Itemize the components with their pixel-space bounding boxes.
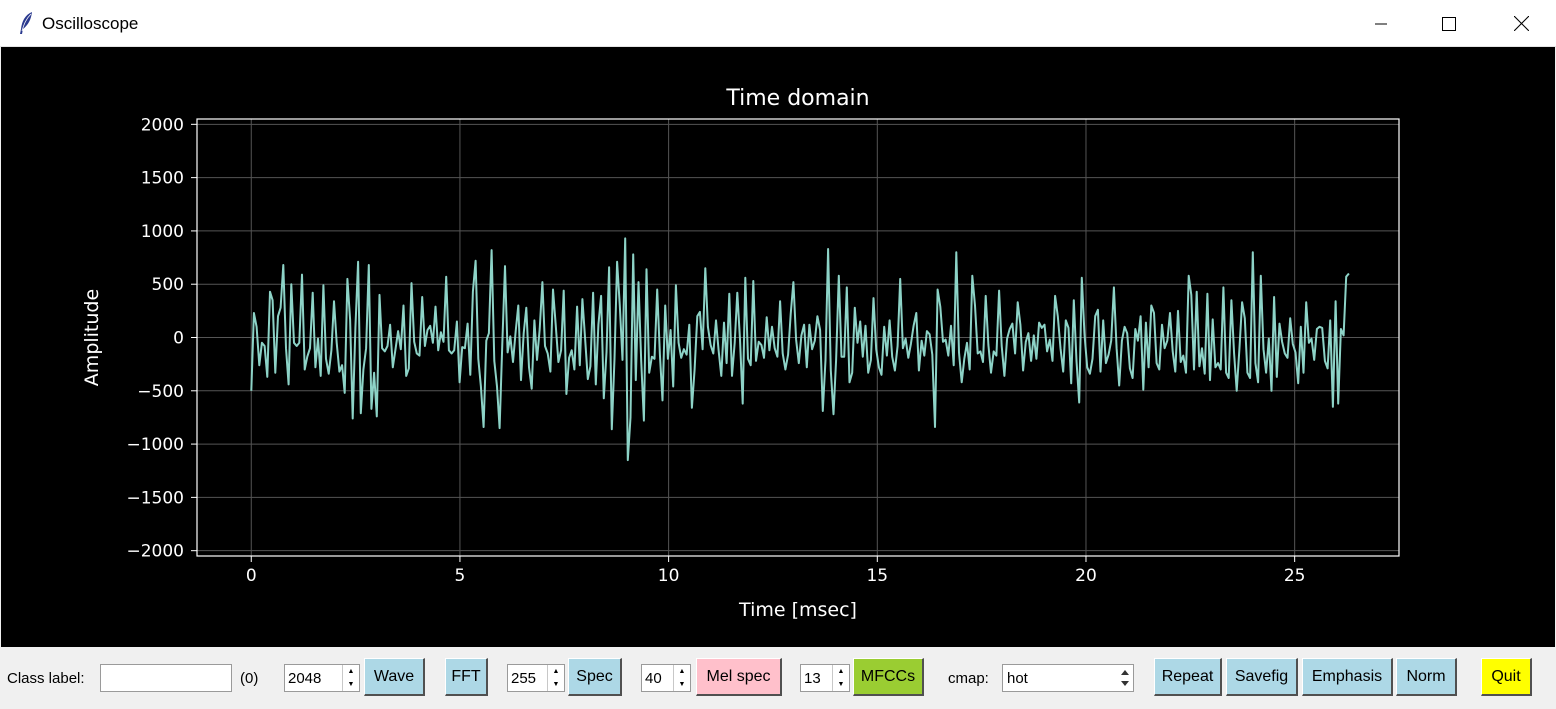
x-tick-label: 25: [1284, 566, 1306, 586]
combo-arrows-icon: [1121, 670, 1129, 686]
wave-size-spinbox[interactable]: 2048 ▲ ▼: [284, 664, 360, 692]
spec-size-spinbox[interactable]: 255 ▲ ▼: [507, 664, 565, 692]
time-domain-chart: 0 5 10 15 20 25 2000 1500 1000 500 0 −500 −1000 −1500…: [81, 86, 1400, 621]
class-count: (0): [240, 670, 259, 687]
class-label-text: Class label:: [7, 670, 85, 687]
mel-spec-button[interactable]: Mel spec: [696, 658, 782, 696]
mel-size-value: 40: [645, 670, 662, 687]
mfccs-button[interactable]: MFCCs: [853, 658, 924, 696]
window-title: Oscilloscope: [42, 14, 139, 33]
spin-down-icon[interactable]: ▼: [343, 678, 359, 691]
spec-button[interactable]: Spec: [568, 658, 622, 696]
x-tick-label: 20: [1075, 566, 1097, 586]
spin-up-icon[interactable]: ▲: [833, 665, 849, 678]
x-tick-label: 15: [866, 566, 888, 586]
fft-button[interactable]: FFT: [445, 658, 488, 696]
emphasis-button[interactable]: Emphasis: [1302, 658, 1393, 696]
y-tick-label: 500: [152, 275, 184, 295]
x-tick-label: 0: [246, 566, 257, 586]
mel-size-spinbox[interactable]: 40 ▲ ▼: [641, 664, 691, 692]
spin-up-icon[interactable]: ▲: [343, 665, 359, 678]
x-axis-label: Time [msec]: [738, 599, 857, 621]
feather-icon: [16, 11, 38, 35]
cmap-label: cmap:: [948, 670, 989, 687]
y-tick-label: 1500: [141, 169, 184, 189]
y-tick-label: −2000: [126, 542, 184, 562]
maximize-button[interactable]: [1426, 0, 1472, 47]
y-axis-label: Amplitude: [81, 289, 103, 386]
y-tick-label: 1000: [141, 222, 184, 242]
wave-size-value: 2048: [288, 670, 322, 687]
close-button[interactable]: [1498, 0, 1544, 47]
title-bar: Oscilloscope: [0, 0, 1556, 47]
quit-button[interactable]: Quit: [1481, 658, 1532, 696]
waveform-line: [250, 237, 1350, 462]
class-label-input[interactable]: [100, 664, 232, 692]
plot-canvas[interactable]: 0 5 10 15 20 25 2000 1500 1000 500 0 −500 −1000 −1500…: [1, 47, 1555, 647]
norm-button[interactable]: Norm: [1396, 658, 1457, 696]
repeat-button[interactable]: Repeat: [1154, 658, 1222, 696]
y-tick-label: 0: [173, 329, 184, 349]
y-tick-label: 2000: [141, 115, 184, 135]
mfcc-size-value: 13: [804, 670, 821, 687]
x-tick-label: 5: [455, 566, 466, 586]
cmap-value: hot: [1007, 670, 1028, 687]
spin-down-icon[interactable]: ▼: [674, 678, 690, 691]
savefig-button[interactable]: Savefig: [1226, 658, 1298, 696]
y-tick-label: −1500: [126, 488, 184, 508]
x-tick-label: 10: [658, 566, 680, 586]
y-tick-label: −1000: [126, 435, 184, 455]
spin-up-icon[interactable]: ▲: [674, 665, 690, 678]
cmap-combobox[interactable]: hot: [1002, 664, 1134, 692]
control-toolbar: Class label: (0) 2048 ▲ ▼ Wave FFT 255 ▲ ▼…: [0, 647, 1556, 709]
minimize-button[interactable]: [1358, 0, 1404, 47]
chart-title: Time domain: [725, 86, 869, 111]
spin-down-icon[interactable]: ▼: [548, 678, 564, 691]
spin-up-icon[interactable]: ▲: [548, 665, 564, 678]
mfcc-size-spinbox[interactable]: 13 ▲ ▼: [800, 664, 850, 692]
y-tick-label: −500: [137, 382, 184, 402]
spin-down-icon[interactable]: ▼: [833, 678, 849, 691]
wave-button[interactable]: Wave: [364, 658, 425, 696]
spec-size-value: 255: [511, 670, 537, 687]
